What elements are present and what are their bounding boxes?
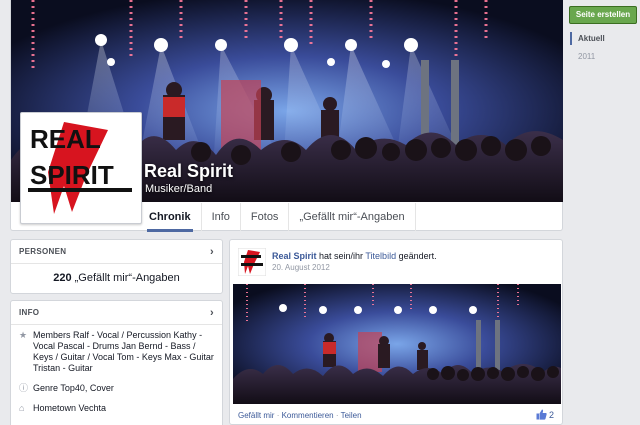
- info-box: INFO › ★ Members Ralf - Vocal / Percussi…: [10, 300, 223, 425]
- tab-info[interactable]: Info: [202, 203, 241, 231]
- tab-fotos[interactable]: Fotos: [241, 203, 290, 231]
- profile-picture[interactable]: REAL SPIRIT: [20, 112, 142, 224]
- timeline-nav: Chronik Info Fotos „Gefällt mir“-Angaben: [139, 203, 416, 232]
- band-logo: REAL SPIRIT: [24, 116, 138, 220]
- create-page-button[interactable]: Seite erstellen: [569, 6, 637, 24]
- info-item-text: Hometown Vechta: [33, 403, 107, 413]
- post-like-count[interactable]: 2: [536, 409, 554, 420]
- info-item-hometown: ⌂ Hometown Vechta: [11, 398, 222, 418]
- post-author-avatar[interactable]: [237, 247, 267, 277]
- page-name: Real Spirit: [144, 161, 234, 181]
- info-heading: INFO: [19, 308, 40, 317]
- separator: ·: [335, 411, 339, 420]
- timeline: REAL SPIRIT Real Spirit Musiker/Band Chr…: [0, 0, 564, 425]
- post-photo[interactable]: [233, 284, 561, 404]
- concert-stage-image: [233, 284, 561, 404]
- info-item-genre: ⓘ Genre Top40, Cover: [11, 378, 222, 398]
- left-column: PERSONEN › 220 „Gefällt mir“-Angaben INF…: [10, 239, 223, 425]
- info-icon: ⓘ: [19, 383, 29, 393]
- year-item-aktuell[interactable]: Aktuell: [570, 32, 605, 45]
- separator: ·: [276, 411, 280, 420]
- svg-text:REAL: REAL: [30, 124, 101, 154]
- persons-box: PERSONEN › 220 „Gefällt mir“-Angaben: [10, 239, 223, 294]
- svg-text:SPIRIT: SPIRIT: [30, 160, 114, 190]
- info-item-text: Genre Top40, Cover: [33, 383, 114, 393]
- thumbs-up-icon: [536, 409, 547, 420]
- right-rail: Seite erstellen Aktuell 2011: [566, 0, 640, 425]
- band-logo-small: [237, 247, 267, 277]
- chevron-right-icon[interactable]: ›: [210, 301, 214, 324]
- likes-count: 220: [53, 272, 72, 284]
- post-action-suffix: geändert.: [396, 251, 437, 261]
- page-category[interactable]: Musiker/Band: [145, 183, 212, 195]
- info-header[interactable]: INFO ›: [11, 301, 222, 325]
- timeline-year-list: Aktuell 2011: [570, 32, 605, 68]
- info-item-text: Members Ralf - Vocal / Percussion Kathy …: [33, 330, 214, 373]
- star-icon: ★: [19, 330, 28, 340]
- likes-summary[interactable]: 220 „Gefällt mir“-Angaben: [11, 264, 222, 293]
- post-headline: Real Spirit hat sein/ihr Titelbild geänd…: [272, 250, 437, 262]
- tab-likes[interactable]: „Gefällt mir“-Angaben: [289, 203, 416, 231]
- like-count: 2: [548, 409, 554, 420]
- post-timestamp[interactable]: 20. August 2012: [272, 263, 330, 272]
- home-icon: ⌂: [19, 403, 25, 413]
- like-link[interactable]: Gefällt mir: [238, 411, 274, 420]
- post-actions: Gefällt mir · Kommentieren · Teilen: [238, 411, 362, 420]
- tab-chronik[interactable]: Chronik: [139, 203, 202, 232]
- post-author-link[interactable]: Real Spirit: [272, 251, 317, 261]
- share-link[interactable]: Teilen: [341, 411, 362, 420]
- comment-link[interactable]: Kommentieren: [282, 411, 334, 420]
- year-item-2011[interactable]: 2011: [570, 50, 605, 63]
- chevron-right-icon[interactable]: ›: [210, 240, 214, 263]
- info-item-members: ★ Members Ralf - Vocal / Percussion Kath…: [11, 325, 222, 378]
- timeline-post: Real Spirit hat sein/ihr Titelbild geänd…: [229, 239, 563, 425]
- cover-card: REAL SPIRIT Real Spirit Musiker/Band Chr…: [10, 0, 563, 232]
- persons-header[interactable]: PERSONEN ›: [11, 240, 222, 264]
- cover-photo-link[interactable]: Titelbild: [365, 251, 396, 261]
- persons-heading: PERSONEN: [19, 247, 67, 256]
- post-action-text: hat sein/ihr: [316, 251, 366, 261]
- likes-label: „Gefällt mir“-Angaben: [74, 272, 180, 284]
